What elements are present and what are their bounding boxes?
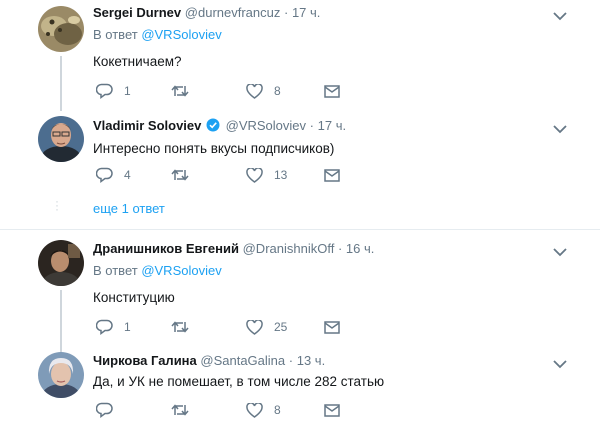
avatar[interactable] — [38, 116, 84, 162]
retweet-icon — [171, 169, 189, 181]
chevron-down-icon[interactable] — [553, 244, 567, 262]
avatar-image — [38, 116, 84, 162]
direct-message-button[interactable] — [324, 82, 340, 100]
show-more-replies-link[interactable]: еще 1 ответ — [93, 201, 165, 216]
like-count: 13 — [274, 168, 288, 182]
avatar-image — [38, 240, 84, 286]
chevron-down-icon[interactable] — [553, 8, 567, 26]
retweet-button[interactable] — [171, 401, 200, 419]
thread-dots-icon: · · · — [55, 194, 59, 216]
reply-count: 1 — [124, 84, 131, 98]
heart-icon — [246, 167, 263, 183]
author-handle[interactable]: @DranishnikOff — [243, 241, 335, 256]
tweet-text: Да, и УК не помешает, в том числе 282 ст… — [93, 374, 385, 389]
reply-button[interactable] — [96, 401, 124, 419]
envelope-icon — [324, 168, 340, 182]
author-handle[interactable]: @durnevfrancuz — [185, 5, 281, 20]
timestamp[interactable]: 17 ч. — [318, 118, 346, 133]
reply-count: 4 — [124, 168, 131, 182]
separator-dot: · — [283, 5, 289, 20]
separator-dot: · — [309, 118, 314, 133]
retweet-button[interactable] — [171, 82, 200, 100]
reply-icon — [96, 319, 113, 335]
reply-mention[interactable]: @VRSoloviev — [141, 263, 221, 278]
reply-mention[interactable]: @VRSoloviev — [141, 27, 221, 42]
avatar[interactable] — [38, 6, 84, 52]
author-name[interactable]: Чиркова Галина — [93, 353, 197, 368]
retweet-button[interactable] — [171, 166, 200, 184]
thread-line — [60, 56, 62, 111]
author-name[interactable]: Vladimir Soloviev — [93, 118, 201, 133]
reply-button[interactable]: 1 — [96, 82, 131, 100]
reply-count: 1 — [124, 320, 131, 334]
separator-dot: · — [288, 353, 294, 368]
direct-message-button[interactable] — [324, 166, 340, 184]
envelope-icon — [324, 403, 340, 417]
timestamp[interactable]: 17 ч. — [292, 5, 320, 20]
retweet-icon — [171, 85, 189, 97]
reply-button[interactable]: 4 — [96, 166, 131, 184]
thread-line — [60, 290, 62, 355]
direct-message-button[interactable] — [324, 401, 340, 419]
direct-message-button[interactable] — [324, 318, 340, 336]
like-count: 25 — [274, 320, 288, 334]
avatar-image — [38, 6, 84, 52]
like-button[interactable]: 13 — [246, 166, 287, 184]
heart-icon — [246, 319, 263, 335]
like-button[interactable]: 8 — [246, 401, 281, 419]
timestamp[interactable]: 16 ч. — [346, 241, 374, 256]
separator-dot: · — [337, 241, 343, 256]
author-name[interactable]: Дранишников Евгений — [93, 241, 239, 256]
author-handle[interactable]: @SantaGalina — [200, 353, 285, 368]
avatar[interactable] — [38, 240, 84, 286]
verified-badge-icon — [206, 118, 220, 136]
author-handle[interactable]: @VRSoloviev — [226, 118, 306, 133]
tweet-text: Кокетничаем? — [93, 54, 182, 69]
like-count: 8 — [274, 403, 281, 417]
timestamp[interactable]: 13 ч. — [297, 353, 325, 368]
reply-prefix: В ответ — [93, 263, 142, 278]
retweet-icon — [171, 404, 189, 416]
reply-context: В ответ @VRSoloviev — [93, 263, 560, 279]
reply-prefix: В ответ — [93, 27, 142, 42]
heart-icon — [246, 83, 263, 99]
envelope-icon — [324, 84, 340, 98]
heart-icon — [246, 402, 263, 418]
reply-icon — [96, 402, 113, 418]
like-button[interactable]: 25 — [246, 318, 287, 336]
divider — [0, 229, 600, 230]
reply-context: В ответ @VRSoloviev — [93, 27, 560, 43]
retweet-button[interactable] — [171, 318, 200, 336]
retweet-icon — [171, 321, 189, 333]
reply-button[interactable]: 1 — [96, 318, 131, 336]
tweet-text: Интересно понять вкусы подписчиков) — [93, 141, 335, 156]
like-button[interactable]: 8 — [246, 82, 281, 100]
chevron-down-icon[interactable] — [553, 121, 567, 139]
reply-icon — [96, 83, 113, 99]
author-name[interactable]: Sergei Durnev — [93, 5, 181, 20]
tweet-text: Конституцию — [93, 290, 175, 305]
envelope-icon — [324, 320, 340, 334]
avatar-image — [38, 352, 84, 398]
like-count: 8 — [274, 84, 281, 98]
reply-icon — [96, 167, 113, 183]
chevron-down-icon[interactable] — [553, 356, 567, 374]
avatar[interactable] — [38, 352, 84, 398]
